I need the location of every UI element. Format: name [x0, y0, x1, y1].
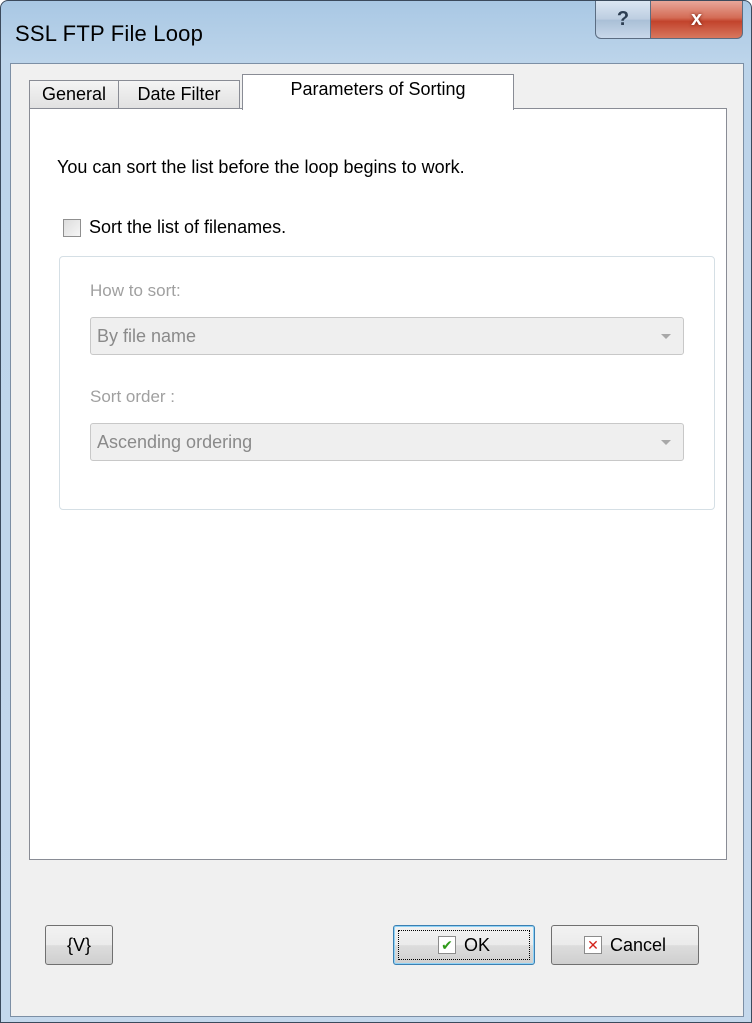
sort-order-label: Sort order : — [90, 387, 176, 406]
caption-buttons: ? x — [595, 1, 743, 39]
sort-list-label[interactable]: Sort the list of filenames. — [89, 217, 286, 238]
tab-general[interactable]: General — [29, 80, 119, 108]
chevron-down-icon — [661, 333, 671, 339]
how-to-sort-label: How to sort: — [90, 281, 181, 300]
help-button[interactable]: ? — [595, 1, 651, 39]
window-title: SSL FTP File Loop — [15, 21, 204, 46]
chevron-down-icon — [661, 439, 671, 445]
ok-button[interactable]: ✔ OK — [393, 925, 535, 965]
x-icon: ✕ — [583, 936, 602, 954]
tab-page-sorting: You can sort the list before the loop be… — [29, 108, 727, 860]
close-icon: x — [690, 8, 703, 30]
tab-date-filter[interactable]: Date Filter — [119, 80, 240, 108]
how-to-sort-value: By file name — [97, 325, 197, 346]
sort-checkbox-row[interactable]: Sort the list of filenames. — [63, 217, 286, 238]
dialog-window: SSL FTP File Loop ? x General Date Filte… — [0, 0, 752, 1023]
intro-text: You can sort the list before the loop be… — [57, 157, 465, 177]
tab-parameters-of-sorting[interactable]: Parameters of Sorting — [242, 74, 514, 110]
sort-order-select[interactable]: Ascending ordering — [90, 423, 684, 461]
sort-list-checkbox[interactable] — [63, 218, 81, 237]
variables-button-label: {V} — [66, 934, 92, 955]
how-to-sort-select[interactable]: By file name — [90, 317, 684, 355]
dialog-client-area: General Date Filter Parameters of Sortin… — [10, 63, 744, 1017]
variables-button[interactable]: {V} — [45, 925, 113, 965]
sort-order-value: Ascending ordering — [97, 431, 253, 452]
focus-rectangle — [398, 930, 530, 960]
sort-options-group: How to sort: By file name Sort order : A… — [59, 256, 715, 510]
close-button[interactable]: x — [651, 1, 743, 39]
cancel-button[interactable]: ✕ Cancel — [551, 925, 699, 965]
help-icon: ? — [616, 8, 630, 30]
title-bar[interactable]: SSL FTP File Loop ? x — [1, 1, 751, 63]
cancel-button-label: Cancel — [609, 934, 667, 955]
